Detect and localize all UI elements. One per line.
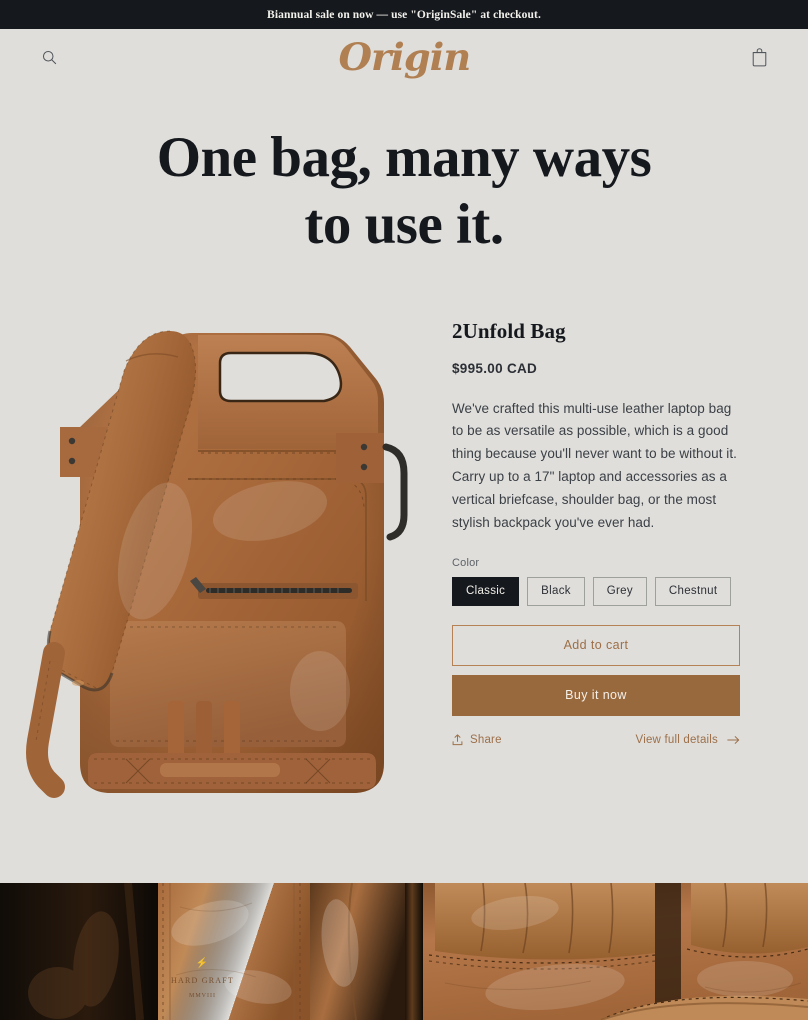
hero-title-line-2: to use it. <box>304 193 504 257</box>
hero-section: One bag, many ways to use it. <box>0 86 808 293</box>
product-media <box>0 293 440 845</box>
product-title: 2Unfold Bag <box>452 318 566 343</box>
add-to-cart-button[interactable]: Add to cart <box>452 624 740 666</box>
leather-backpack-illustration <box>20 300 420 831</box>
announcement-text: Biannual sale on now — use "OriginSale" … <box>267 8 541 21</box>
gallery-strip: ⚡ HARD GRAFT MMVIII <box>0 883 808 1020</box>
color-swatch-group: Classic Black Grey Chestnut <box>452 577 740 606</box>
color-swatch-chestnut[interactable]: Chestnut <box>654 577 732 606</box>
color-swatch-classic[interactable]: Classic <box>452 577 520 606</box>
product-price: $995.00 CAD <box>452 360 538 376</box>
product-info: 2Unfold Bag $995.00 CAD We've crafted th… <box>440 293 808 845</box>
site-logo: Origin <box>0 39 808 76</box>
view-full-details-label: View full details <box>635 733 718 746</box>
share-label: Share <box>470 733 502 746</box>
hero-title-line-1: One bag, many ways <box>156 126 652 189</box>
gallery-image-left[interactable]: ⚡ HARD GRAFT MMVIII <box>0 883 405 1020</box>
cart-button[interactable] <box>746 45 772 71</box>
view-full-details-link[interactable]: View full details <box>636 734 740 746</box>
page-title: One bag, many ways to use it. <box>60 124 748 259</box>
arrow-right-icon <box>727 735 740 744</box>
product-meta-row: Share View full details <box>452 734 740 746</box>
logo-text: Origin <box>338 35 471 79</box>
shopping-bag-icon <box>752 48 766 67</box>
leather-edge-detail-illustration <box>0 883 405 1020</box>
announcement-bar: Biannual sale on now — use "OriginSale" … <box>0 0 808 29</box>
product-image[interactable] <box>20 300 420 831</box>
search-button[interactable] <box>36 45 62 71</box>
gallery-image-right[interactable] <box>405 883 808 1020</box>
featured-product: 2Unfold Bag $995.00 CAD We've crafted th… <box>0 293 808 845</box>
share-upload-icon <box>452 733 463 745</box>
buy-it-now-button[interactable]: Buy it now <box>452 674 740 716</box>
color-swatch-grey[interactable]: Grey <box>592 577 647 606</box>
search-icon <box>42 50 56 65</box>
leather-fold-detail-illustration <box>405 883 808 1020</box>
site-header: Origin <box>0 29 808 86</box>
color-option-label: Color <box>452 557 480 570</box>
color-swatch-black[interactable]: Black <box>527 577 585 606</box>
storefront-page: Biannual sale on now — use "OriginSale" … <box>0 0 808 1020</box>
share-button[interactable]: Share <box>452 734 502 746</box>
product-description: We've crafted this multi-use leather lap… <box>452 400 737 531</box>
